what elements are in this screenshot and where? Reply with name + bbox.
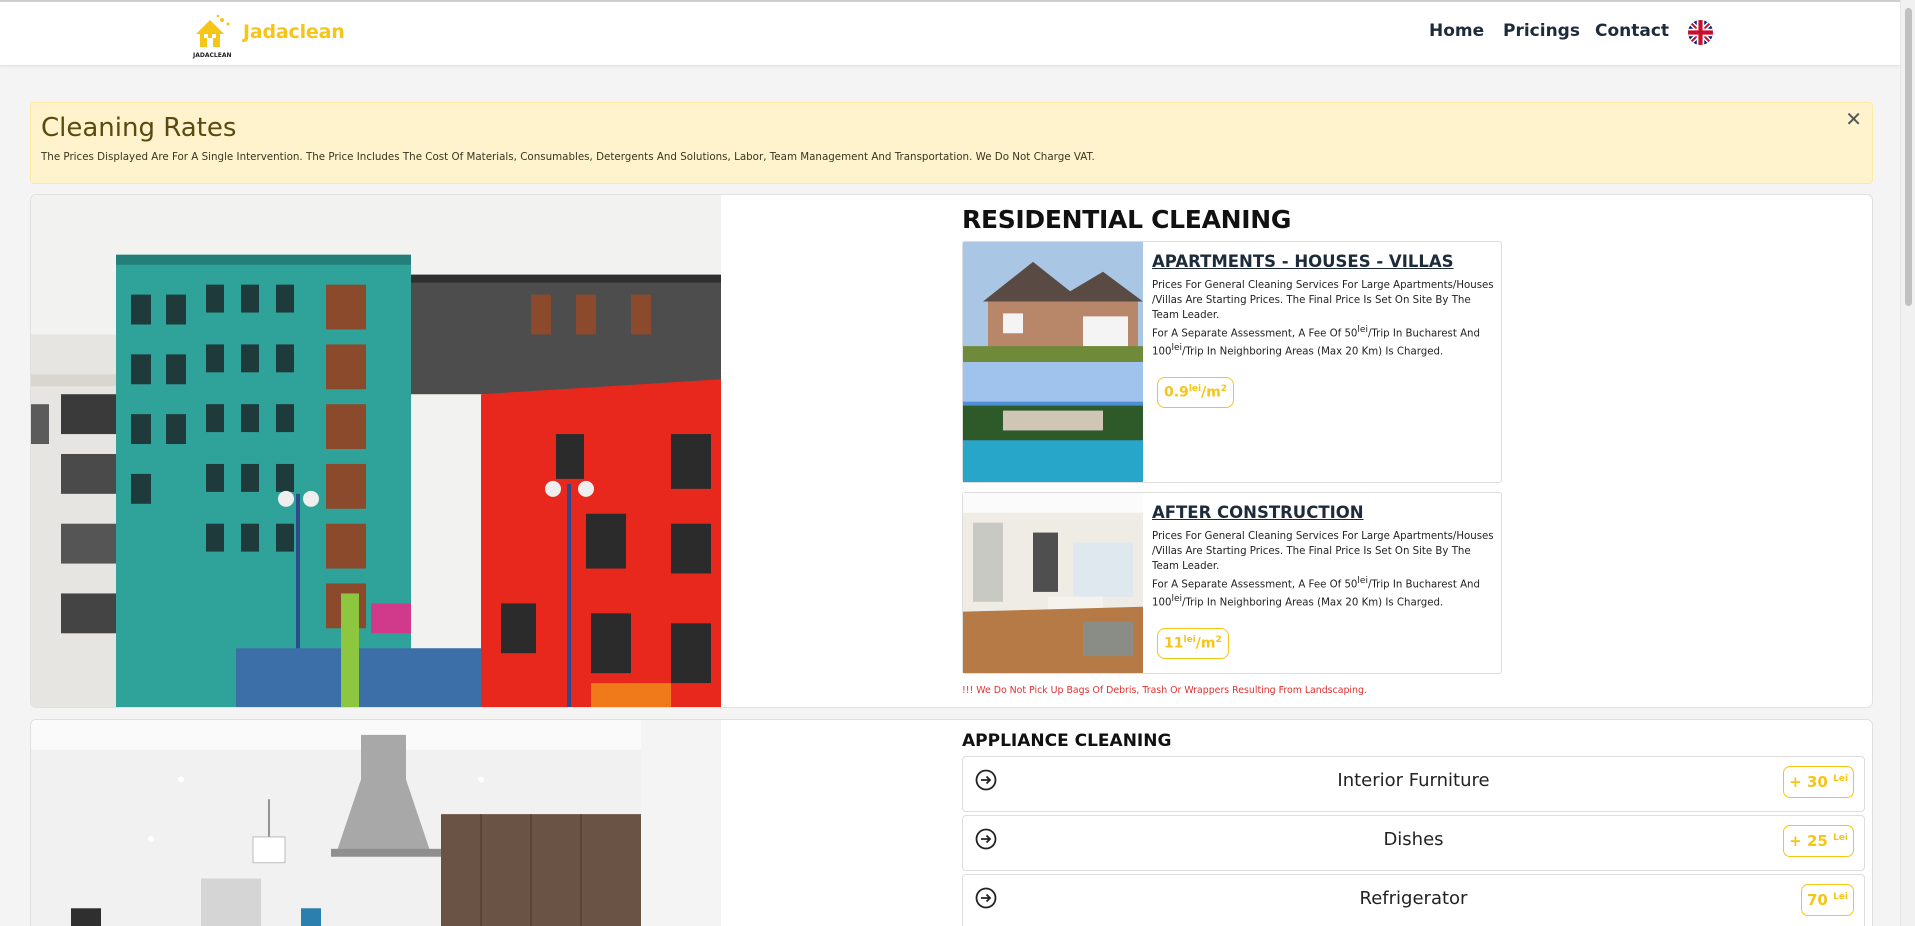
alert-title: Cleaning Rates	[41, 113, 237, 143]
appliance-item-dishes[interactable]: Dishes + 25 Lei	[962, 815, 1865, 871]
price-badge: 11lei/m2	[1157, 628, 1229, 659]
kitchen-photo	[31, 720, 721, 926]
nav-home[interactable]: Home	[1429, 21, 1484, 41]
interior-room-photo	[963, 493, 1143, 673]
appliance-item-interior-furniture[interactable]: Interior Furniture + 30 Lei	[962, 756, 1865, 812]
cleaning-rates-alert: Cleaning Rates The Prices Displayed Are …	[30, 102, 1873, 184]
service-description: Prices For General Cleaning Services For…	[1152, 531, 1494, 572]
scrollbar-thumb[interactable]	[1905, 8, 1912, 306]
service-fee: For A Separate Assessment, A Fee Of 50le…	[1152, 576, 1480, 609]
service-fee: For A Separate Assessment, A Fee Of 50le…	[1152, 325, 1480, 358]
appliance-cleaning-card: APPLIANCE CLEANING Interior Furniture + …	[30, 719, 1873, 926]
appliance-price: + 30 Lei	[1783, 766, 1854, 798]
appliance-item-refrigerator[interactable]: Refrigerator 70 Lei	[962, 874, 1865, 926]
logo-text: JADACLEAN	[192, 52, 232, 59]
service-description: Prices For General Cleaning Services For…	[1152, 280, 1494, 321]
service-name: APARTMENTS - HOUSES - VILLAS	[1152, 252, 1454, 271]
close-icon[interactable]: ✕	[1845, 109, 1862, 129]
service-apartments-houses-villas: APARTMENTS - HOUSES - VILLAS Prices For …	[962, 241, 1502, 483]
appliance-label: Refrigerator	[1359, 888, 1468, 909]
nav-contact[interactable]: Contact	[1595, 21, 1669, 41]
appliance-price: 70 Lei	[1800, 884, 1854, 916]
appliance-label: Dishes	[1383, 829, 1444, 850]
price-badge: 0.9lei/m2	[1157, 377, 1235, 408]
residential-cleaning-card: RESIDENTIAL CLEANING APARTMENTS - HOUSES…	[30, 194, 1873, 708]
appliance-label: Interior Furniture	[1337, 770, 1490, 791]
appliance-title: APPLIANCE CLEANING	[962, 731, 1172, 751]
building-photo	[31, 195, 721, 707]
house-logo-icon[interactable]: JADACLEAN	[192, 12, 236, 60]
house-pool-photo	[963, 242, 1143, 482]
service-after-construction: AFTER CONSTRUCTION Prices For General Cl…	[962, 492, 1502, 674]
service-name: AFTER CONSTRUCTION	[1152, 503, 1364, 522]
nav-pricings[interactable]: Pricings	[1503, 21, 1580, 41]
residential-title: RESIDENTIAL CLEANING	[962, 205, 1292, 234]
alert-text: The Prices Displayed Are For A Single In…	[41, 151, 1095, 163]
uk-flag-icon[interactable]	[1688, 20, 1713, 45]
page-scrollbar[interactable]	[1900, 0, 1915, 926]
navbar: JADACLEAN Jadaclean Home Pricings Contac…	[0, 2, 1900, 66]
brand-name[interactable]: Jadaclean	[243, 21, 345, 43]
warning-note: !!! We Do Not Pick Up Bags Of Debris, Tr…	[962, 685, 1367, 696]
appliance-price: + 25 Lei	[1783, 825, 1854, 857]
